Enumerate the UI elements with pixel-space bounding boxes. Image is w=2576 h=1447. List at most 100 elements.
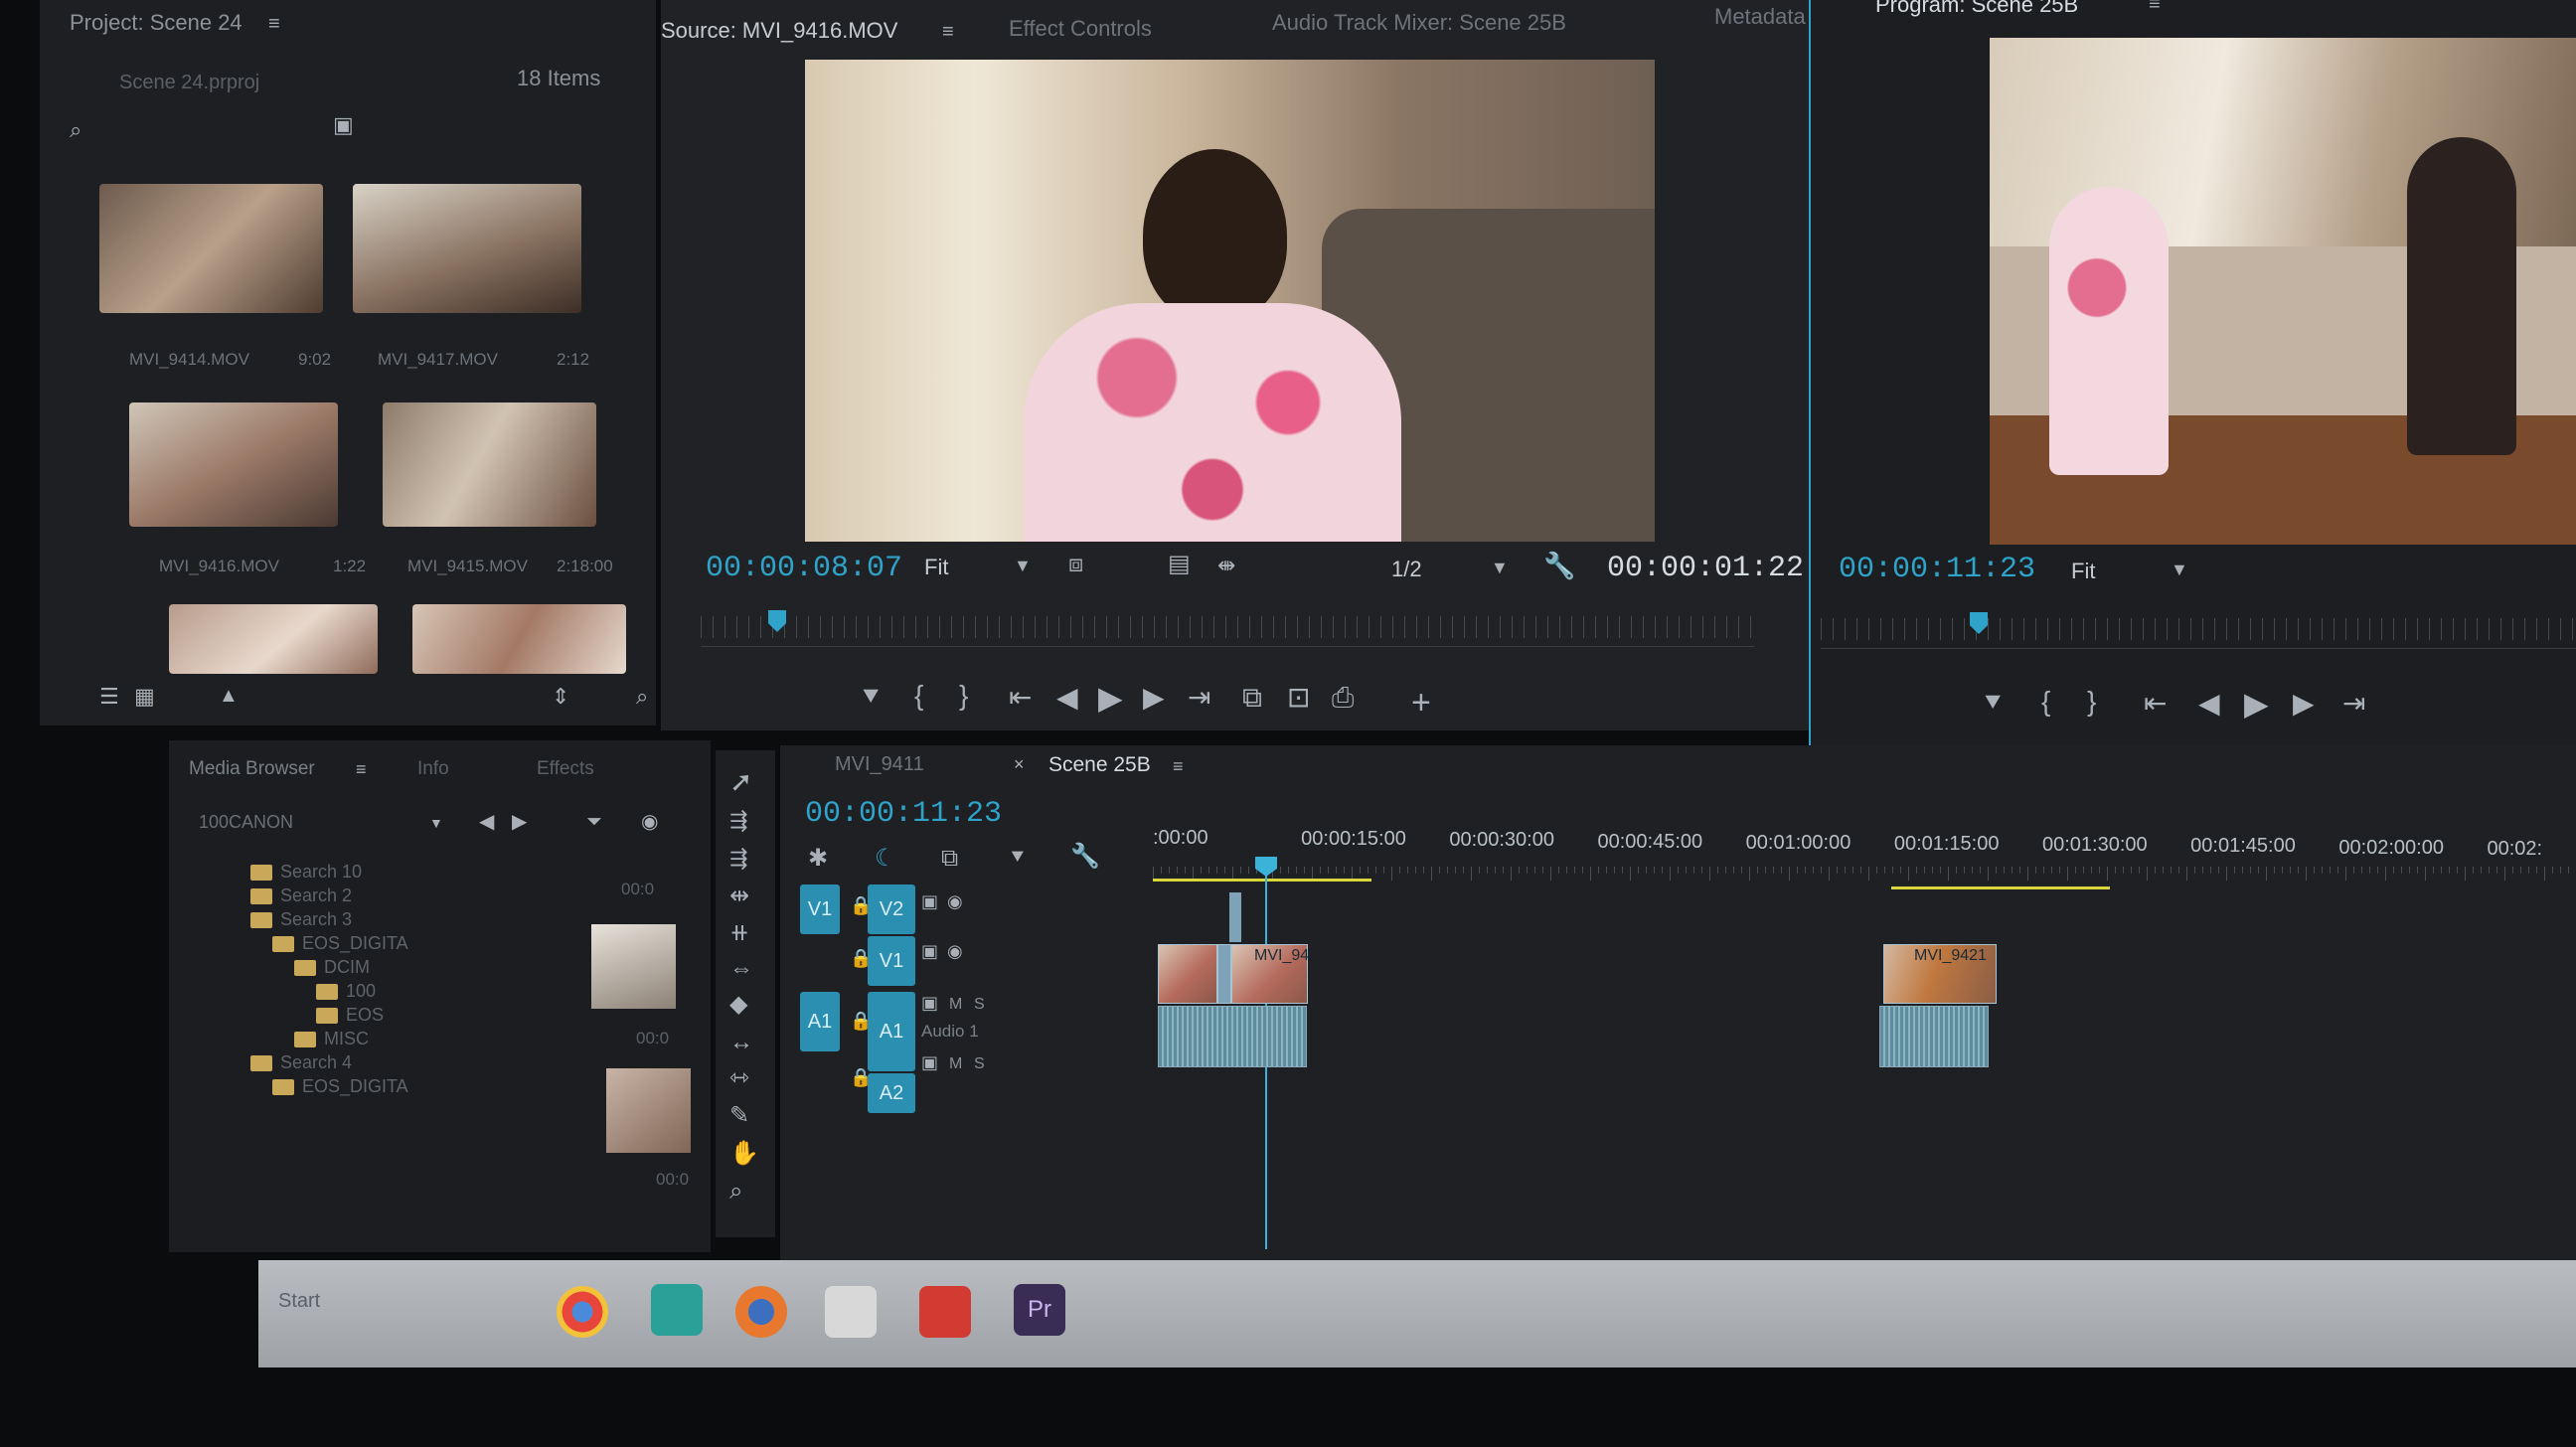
track-target-v2[interactable]: V2 xyxy=(868,884,915,934)
wrench-icon[interactable]: 🔧 xyxy=(1543,553,1575,578)
safe-margins-icon[interactable]: ⧈ xyxy=(1068,553,1083,576)
play-icon[interactable]: ▶ xyxy=(1098,682,1123,714)
chevron-down-icon[interactable]: ▼ xyxy=(1014,557,1032,574)
audio-clip[interactable] xyxy=(1158,1006,1307,1067)
pen-tool-icon[interactable]: ✎ xyxy=(729,1104,749,1128)
panel-menu-icon[interactable]: ≡ xyxy=(2149,0,2161,14)
go-to-in-icon[interactable]: ⇤ xyxy=(1009,684,1032,712)
tab-source[interactable]: Source: MVI_9416.MOV xyxy=(661,18,897,44)
creative-cloud-icon[interactable] xyxy=(919,1286,971,1338)
clip-thumbnail[interactable] xyxy=(353,184,581,313)
overwrite-icon[interactable]: ⊡ xyxy=(1287,684,1310,712)
chrome-icon[interactable] xyxy=(557,1286,608,1338)
nest-icon[interactable]: ⧉ xyxy=(941,847,958,871)
ripple-edit-icon[interactable]: ⇹ xyxy=(729,884,749,908)
view-icon[interactable]: ◉ xyxy=(641,812,658,832)
track-target-a1[interactable]: A1 xyxy=(868,992,915,1071)
source-fit-select[interactable]: Fit xyxy=(924,555,948,580)
video-clip[interactable]: MVI_9421 xyxy=(1883,944,1997,1004)
filter-icon[interactable]: ⏷ xyxy=(586,812,602,832)
chevron-down-icon[interactable]: ▼ xyxy=(1491,559,1509,576)
panel-menu-icon[interactable]: ≡ xyxy=(1173,757,1184,775)
mute-button[interactable]: M xyxy=(949,1055,962,1073)
tree-folder[interactable]: Search 3 xyxy=(250,909,352,930)
clip-thumbnail[interactable] xyxy=(129,402,338,527)
clip-thumbnail[interactable] xyxy=(99,184,323,313)
clip-thumbnail[interactable] xyxy=(412,604,626,674)
tree-folder[interactable]: Search 10 xyxy=(250,862,362,883)
preview-thumb[interactable] xyxy=(591,924,676,1009)
zoom-tool-icon[interactable]: ⌕ xyxy=(729,1180,742,1204)
globe-icon[interactable] xyxy=(651,1284,703,1336)
wrench-icon[interactable]: 🔧 xyxy=(1070,845,1100,869)
source-patch-v1[interactable]: V1 xyxy=(800,884,840,934)
tree-folder[interactable]: EOS xyxy=(316,1005,384,1026)
track-select-back-icon[interactable]: ⇶ xyxy=(729,848,747,870)
files-icon[interactable] xyxy=(825,1286,877,1338)
tree-folder[interactable]: 100 xyxy=(316,981,376,1002)
work-area-bar[interactable] xyxy=(1891,886,2110,889)
video-clip[interactable] xyxy=(1158,944,1217,1004)
sort-icon[interactable]: ⇕ xyxy=(552,686,569,708)
slide-tool-icon[interactable]: ⇿ xyxy=(729,1066,749,1090)
icon-view-icon[interactable]: ▦ xyxy=(134,686,155,708)
tab-metadata[interactable]: Metadata xyxy=(1714,4,1806,30)
track-select-icon[interactable]: ⇶ xyxy=(729,810,747,832)
toggle-output-icon[interactable]: ▣ xyxy=(921,1053,938,1071)
add-button-icon[interactable]: + xyxy=(1411,686,1431,720)
tab-mvi-9411[interactable]: MVI_9411 xyxy=(835,753,924,776)
snap-icon[interactable]: ✱ xyxy=(808,847,828,871)
drag-audio-icon[interactable]: ⇼ xyxy=(1217,555,1235,576)
razor-icon[interactable]: ◆ xyxy=(729,993,747,1017)
add-marker-icon[interactable]: ⯆ xyxy=(1009,847,1027,869)
tab-audio-mixer[interactable]: Audio Track Mixer: Scene 25B xyxy=(1272,10,1566,36)
source-resolution-select[interactable]: 1/2 xyxy=(1391,557,1422,582)
source-patch-a1[interactable]: A1 xyxy=(800,992,840,1051)
preview-thumb[interactable] xyxy=(606,1068,691,1153)
eye-icon[interactable]: ◉ xyxy=(947,892,963,910)
linked-selection-icon[interactable]: ☾ xyxy=(875,847,896,871)
track-target-v1[interactable]: V1 xyxy=(868,936,915,986)
premiere-icon[interactable]: Pr xyxy=(1014,1284,1065,1336)
go-to-out-icon[interactable]: ⇥ xyxy=(2342,690,2365,718)
mute-button[interactable]: M xyxy=(949,996,962,1014)
time-ruler[interactable]: :00:00 00:00:15:00 00:00:30:00 00:00:45:00 0… xyxy=(1153,825,2576,884)
timeline-timecode[interactable]: 00:00:11:23 xyxy=(805,797,1002,831)
tree-folder[interactable]: Search 2 xyxy=(250,885,352,906)
tree-folder[interactable]: DCIM xyxy=(294,957,370,978)
search-icon[interactable]: ⌕ xyxy=(70,119,81,141)
eye-icon[interactable]: ◉ xyxy=(947,942,963,960)
v2-clip-sliver[interactable] xyxy=(1229,892,1241,942)
video-clip[interactable] xyxy=(1217,944,1231,1004)
mark-in-icon[interactable]: { xyxy=(914,682,923,710)
new-bin-icon[interactable]: ▣ xyxy=(333,114,354,136)
tree-folder[interactable]: EOS_DIGITA xyxy=(272,1076,408,1097)
selection-tool-icon[interactable]: ➚ xyxy=(729,768,752,796)
tree-folder[interactable]: MISC xyxy=(294,1029,369,1049)
solo-button[interactable]: S xyxy=(974,1055,985,1073)
tab-media-browser[interactable]: Media Browser xyxy=(189,758,315,780)
track-target-a2[interactable]: A2 xyxy=(868,1073,915,1113)
clip-thumbnail[interactable] xyxy=(169,604,378,674)
list-view-icon[interactable]: ☰ xyxy=(99,686,119,708)
drag-video-icon[interactable]: ▤ xyxy=(1168,553,1191,576)
camera-icon[interactable]: ⎙ xyxy=(1332,684,1354,712)
step-forward-icon[interactable]: ▶ xyxy=(1143,684,1165,712)
location-select[interactable]: 100CANON xyxy=(199,812,293,833)
audio-clip[interactable] xyxy=(1879,1006,1989,1067)
play-icon[interactable]: ▶ xyxy=(2244,688,2269,720)
rate-stretch-icon[interactable]: ⇔ xyxy=(729,957,753,981)
forward-arrow-icon[interactable]: ▶ xyxy=(512,812,527,832)
insert-icon[interactable]: ⧉ xyxy=(1242,684,1262,712)
chevron-down-icon[interactable]: ▼ xyxy=(429,816,443,830)
step-back-icon[interactable]: ◀ xyxy=(1056,684,1078,712)
mark-out-icon[interactable]: } xyxy=(959,682,968,710)
go-to-out-icon[interactable]: ⇥ xyxy=(1188,684,1210,712)
add-marker-icon[interactable]: ⯆ xyxy=(860,684,882,712)
video-clip[interactable]: MVI_94 xyxy=(1231,944,1309,1004)
zoom-slider-icon[interactable]: ▲ xyxy=(219,686,239,706)
hand-tool-icon[interactable]: ✋ xyxy=(729,1142,759,1166)
tab-scene-25b[interactable]: Scene 25B xyxy=(1048,753,1151,777)
start-button[interactable]: Start xyxy=(278,1290,320,1313)
rolling-edit-icon[interactable]: ⧺ xyxy=(729,921,749,945)
